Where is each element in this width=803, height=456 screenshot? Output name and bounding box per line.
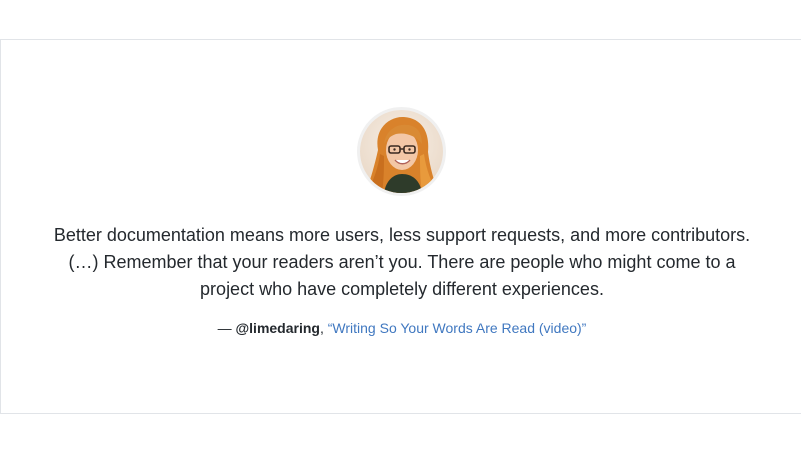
author-handle: @limedaring <box>235 320 320 336</box>
testimonial-card: Better documentation means more users, l… <box>0 39 801 414</box>
testimonial-attribution: — @limedaring, “Writing So Your Words Ar… <box>41 318 763 338</box>
avatar-photo-icon <box>360 110 443 193</box>
attribution-separator: , <box>319 320 328 336</box>
source-video-link[interactable]: “Writing So Your Words Are Read (video)” <box>328 320 587 336</box>
testimonial-quote: Better documentation means more users, l… <box>53 225 751 299</box>
attribution-dash: — <box>217 320 236 336</box>
author-avatar <box>357 107 446 196</box>
